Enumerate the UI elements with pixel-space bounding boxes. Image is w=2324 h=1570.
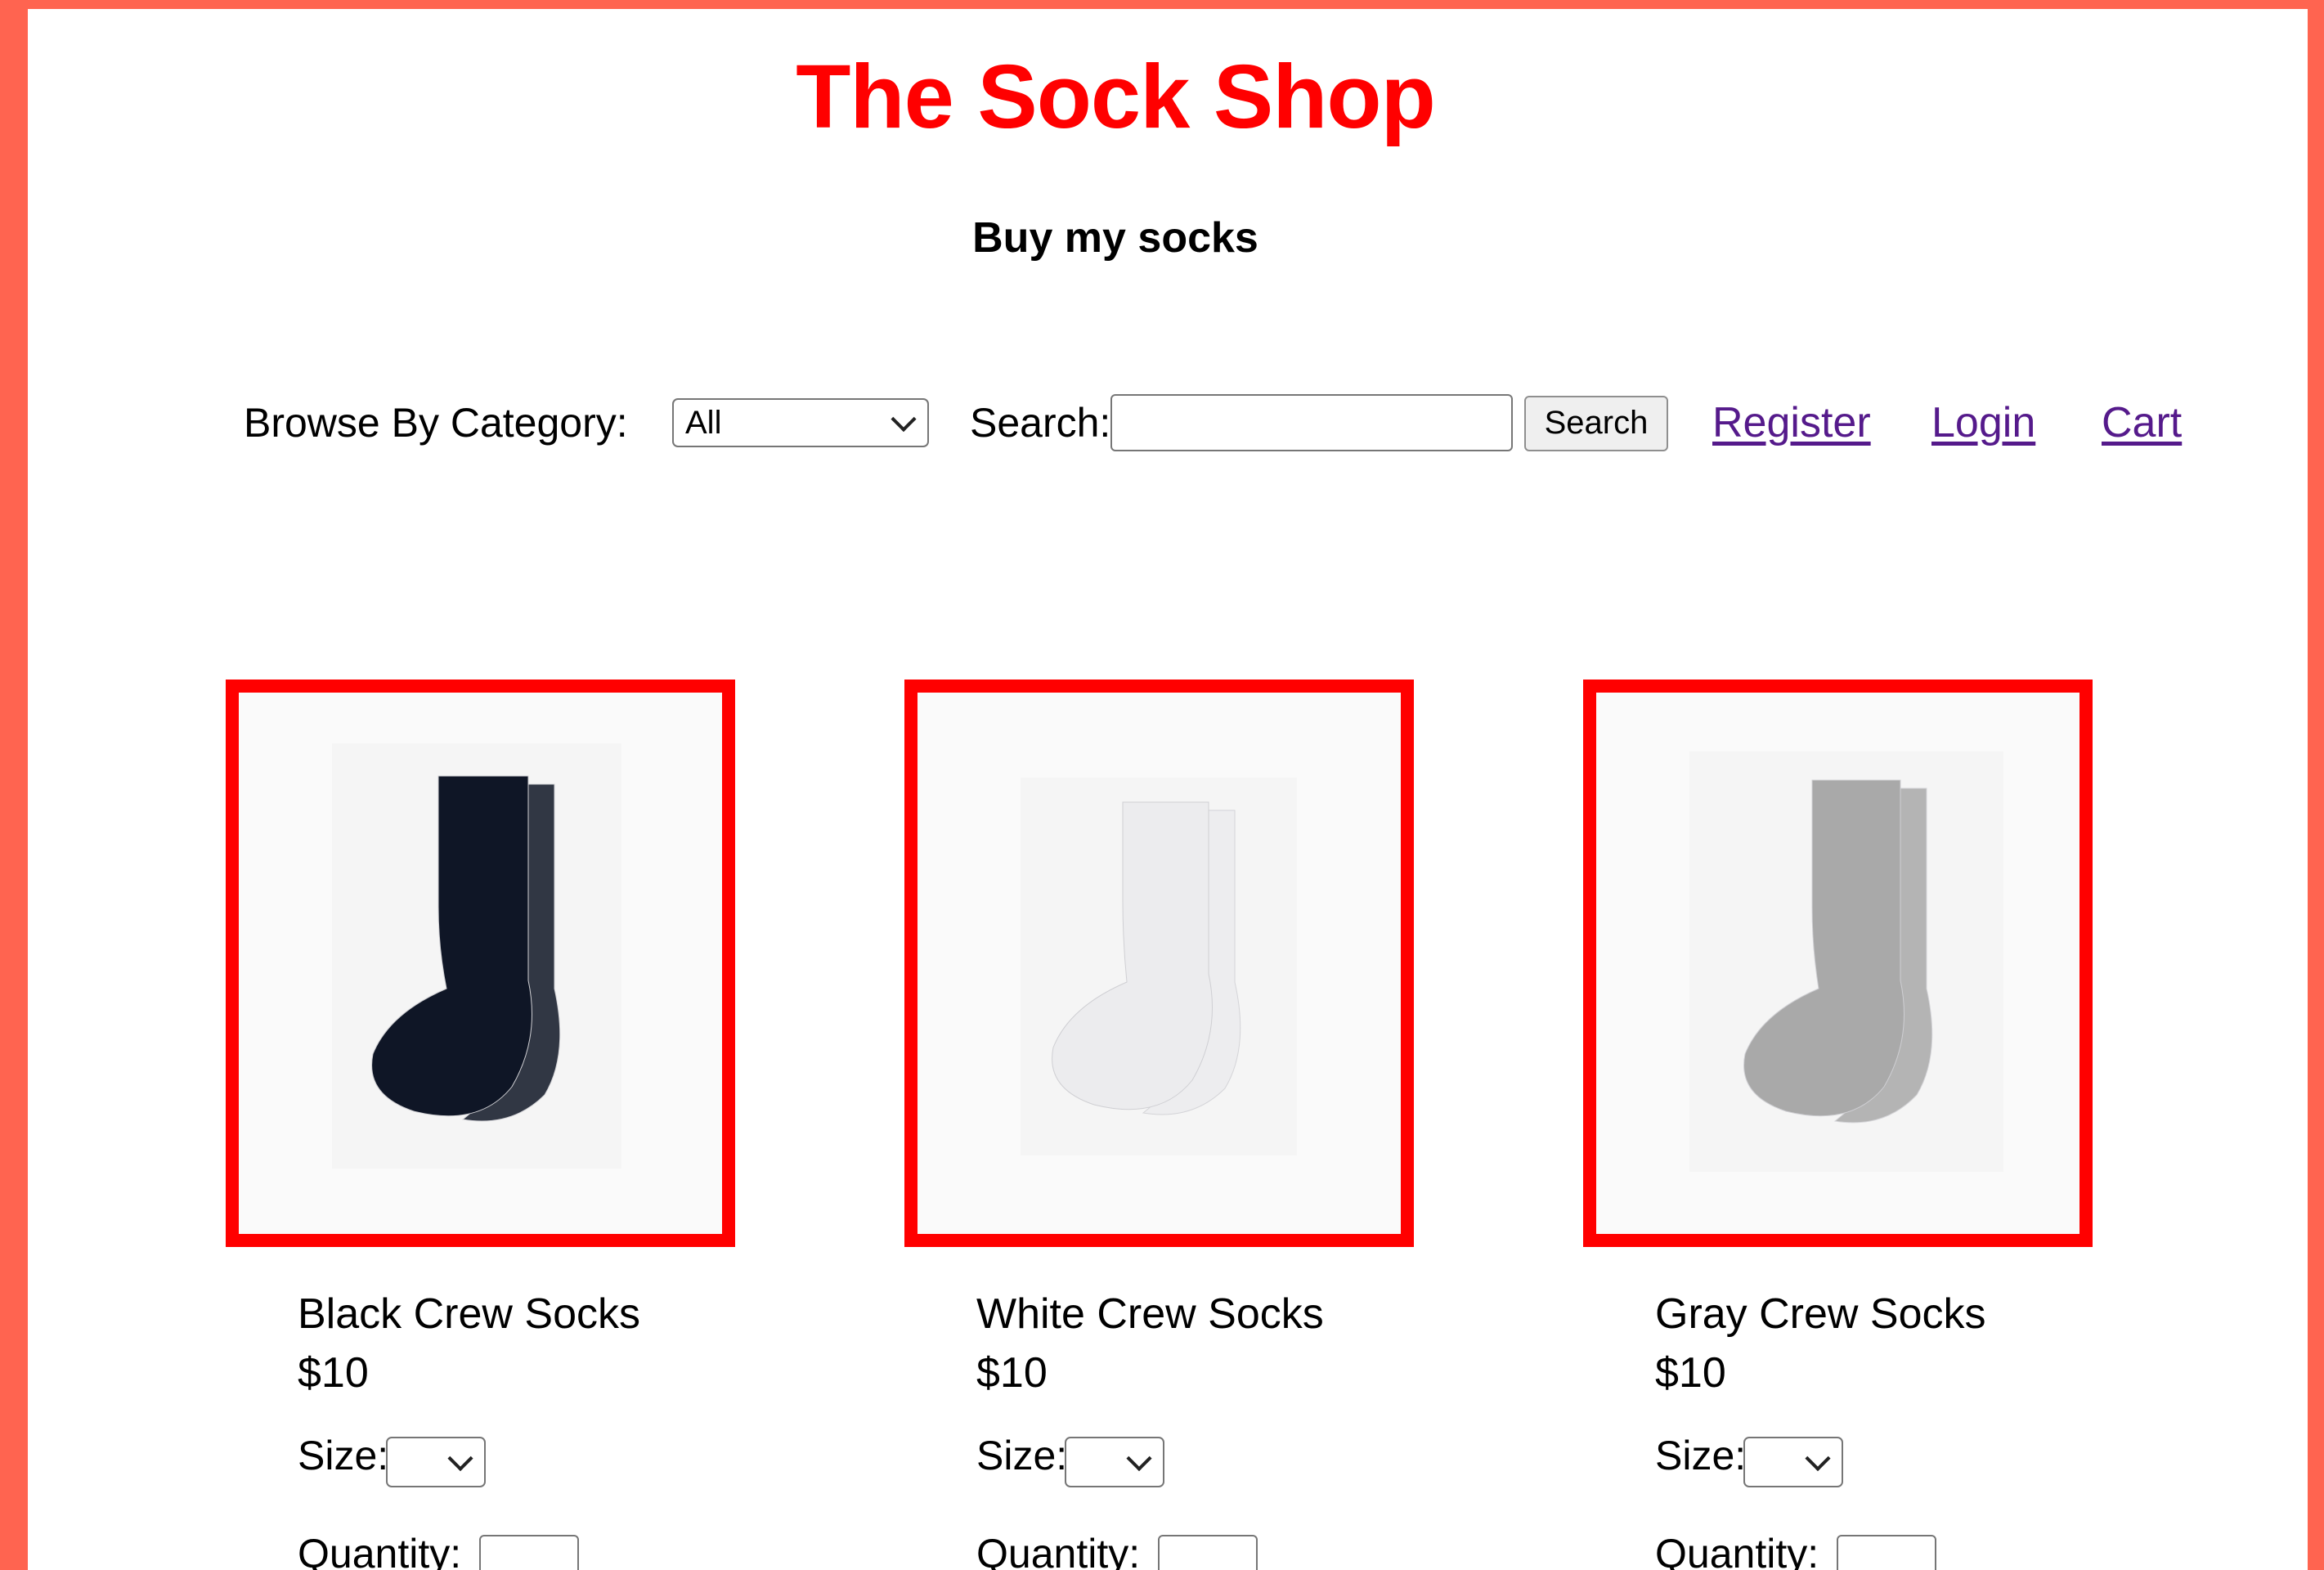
quantity-label: Quantity: xyxy=(298,1531,462,1570)
category-label: Browse By Category: xyxy=(244,400,628,446)
quantity-input[interactable] xyxy=(479,1535,579,1570)
product-name: Black Crew Socks xyxy=(298,1290,640,1338)
login-link[interactable]: Login xyxy=(1931,390,2035,455)
search-label: Search: xyxy=(970,400,1111,446)
quantity-label: Quantity: xyxy=(976,1531,1141,1570)
search-button[interactable]: Search xyxy=(1524,396,1668,451)
quantity-label: Quantity: xyxy=(1655,1531,1819,1570)
category-select-value: All xyxy=(685,405,722,441)
sock-image xyxy=(1052,801,1241,1115)
product-card: Gray Crew Socks $10 Size: Quantity: xyxy=(1655,1285,2113,1570)
product-image-frame[interactable] xyxy=(1583,680,2093,1247)
size-label: Size: xyxy=(298,1433,389,1478)
quantity-input[interactable] xyxy=(1837,1535,1936,1570)
sock-image xyxy=(371,775,561,1122)
sock-image xyxy=(1743,779,1933,1124)
product-name: Gray Crew Socks xyxy=(1655,1290,1986,1338)
product-card: White Crew Socks $10 Size: Quantity: xyxy=(976,1285,1434,1570)
product-image xyxy=(332,743,621,1169)
size-select[interactable] xyxy=(1065,1437,1164,1487)
product-card: Black Crew Socks $10 Size: Quantity: xyxy=(298,1285,756,1570)
chevron-down-icon xyxy=(447,1446,473,1472)
product-price: $10 xyxy=(1655,1349,1726,1397)
page: The Sock Shop Buy my socks Browse By Cat… xyxy=(28,9,2308,1570)
nav-bar: Browse By Category: All Search: Search R… xyxy=(28,390,2308,455)
product-image xyxy=(1689,751,2003,1172)
size-label: Size: xyxy=(976,1433,1068,1478)
product-price: $10 xyxy=(298,1349,369,1397)
chevron-down-icon xyxy=(891,406,917,433)
product-name: White Crew Socks xyxy=(976,1290,1324,1338)
chevron-down-icon xyxy=(1805,1446,1831,1472)
product-price: $10 xyxy=(976,1349,1048,1397)
product-image xyxy=(1021,778,1297,1155)
size-select[interactable] xyxy=(1743,1437,1843,1487)
site-subtitle: Buy my socks xyxy=(972,214,1258,262)
product-image-frame[interactable] xyxy=(904,680,1414,1247)
chevron-down-icon xyxy=(1126,1446,1152,1472)
site-title: The Sock Shop xyxy=(796,47,1436,147)
product-image-frame[interactable] xyxy=(226,680,735,1247)
search-input[interactable] xyxy=(1110,394,1513,451)
size-label: Size: xyxy=(1655,1433,1747,1478)
register-link[interactable]: Register xyxy=(1712,390,1871,455)
size-select[interactable] xyxy=(386,1437,486,1487)
quantity-input[interactable] xyxy=(1158,1535,1258,1570)
cart-link[interactable]: Cart xyxy=(2102,390,2182,455)
category-select[interactable]: All xyxy=(672,398,929,447)
